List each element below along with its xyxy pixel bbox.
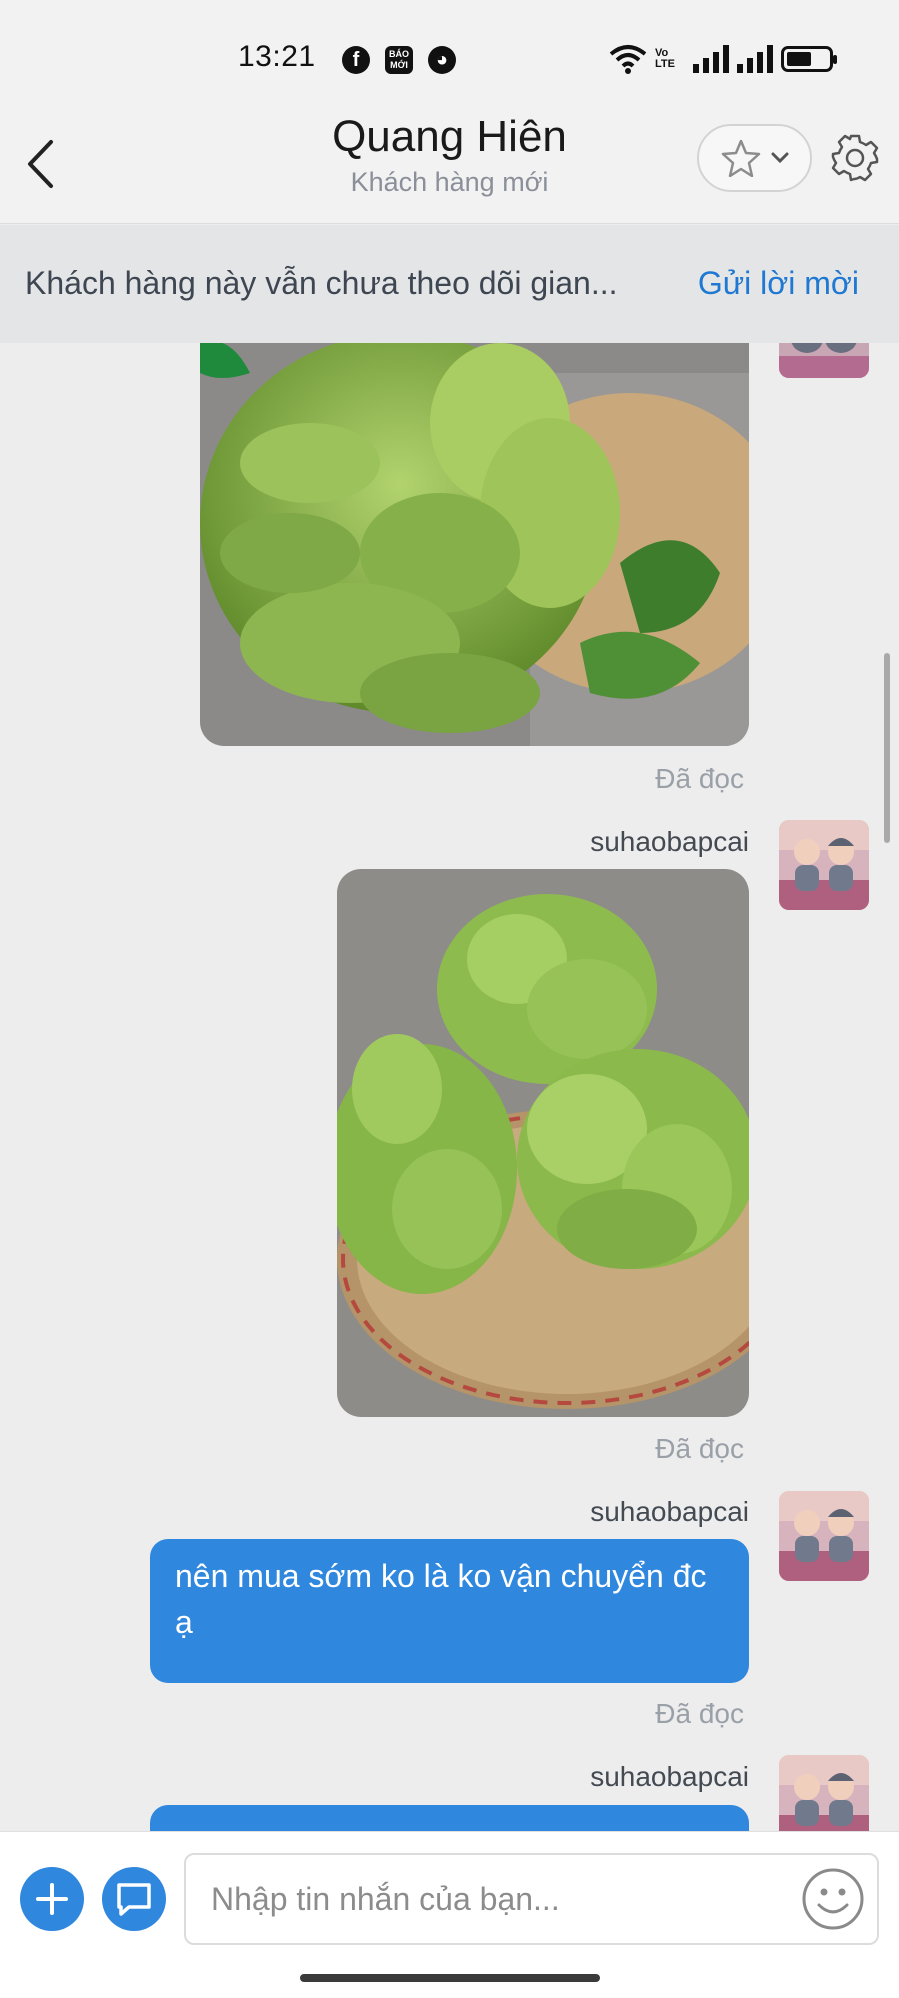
sender-name: suhaobapcai (590, 1761, 749, 1792)
avatar-image (779, 1491, 869, 1581)
read-status: Đã đọc (655, 1698, 744, 1729)
emoji-icon (802, 1868, 864, 1930)
chat-header: Quang Hiên Khách hàng mới (0, 112, 899, 224)
message-input[interactable] (186, 1855, 746, 1943)
chat-bubble-icon (117, 1883, 151, 1916)
home-indicator[interactable] (300, 1974, 600, 1982)
status-time: 13:21 (238, 40, 316, 73)
chevron-down-icon (771, 152, 788, 164)
volte-indicator: Vo LTE (655, 47, 675, 70)
label-dropdown-button[interactable] (697, 124, 812, 192)
message-text: nên mua sớm ko là ko vận chuyển đc ạ (175, 1558, 707, 1640)
sender-name: suhaobapcai (590, 1496, 749, 1527)
chat-scrollbar[interactable] (884, 653, 890, 843)
plus-icon (36, 1883, 68, 1915)
add-attachment-button[interactable] (20, 1867, 84, 1931)
battery-icon (781, 46, 837, 72)
emoji-button[interactable] (801, 1867, 865, 1931)
star-icon (721, 139, 760, 177)
app-notification-icon: ◕ (428, 46, 456, 74)
facebook-notification-icon: f (342, 46, 370, 74)
send-invite-link[interactable]: Gửi lời mời (698, 265, 859, 302)
citrus-tray-photo (337, 869, 749, 1417)
gear-icon (831, 134, 879, 182)
read-status: Đã đọc (655, 1433, 744, 1464)
quick-reply-button[interactable] (102, 1867, 166, 1931)
sender-name: suhaobapcai (590, 826, 749, 857)
avatar-image (779, 820, 869, 910)
status-bar: 13:21 f BÁO MỚI ◕ Vo LTE (0, 0, 899, 112)
avatar-image (779, 343, 869, 378)
battery-level (787, 52, 811, 66)
citrus-photo (200, 343, 749, 746)
avatar[interactable] (779, 1491, 869, 1581)
banner-text: Khách hàng này vẫn chưa theo dõi gian... (25, 265, 618, 301)
image-message[interactable] (200, 343, 749, 746)
avatar-image (779, 1755, 869, 1831)
signal-icon (693, 45, 729, 73)
message-bubble[interactable]: nên mua sớm ko là ko vận chuyển đc ạ (150, 1539, 749, 1683)
message-input-box[interactable] (184, 1853, 879, 1945)
wifi-icon (609, 45, 647, 74)
settings-button[interactable] (827, 130, 883, 186)
read-status: Đã đọc (655, 763, 744, 794)
follow-invite-banner: Khách hàng này vẫn chưa theo dõi gian...… (0, 225, 899, 343)
baomoi-notification-icon: BÁO MỚI (385, 46, 413, 74)
message-bubble[interactable] (150, 1805, 749, 1831)
image-message[interactable] (337, 869, 749, 1417)
status-indicators: Vo LTE (609, 42, 837, 76)
signal-icon (737, 45, 773, 73)
avatar[interactable] (779, 820, 869, 910)
avatar[interactable] (779, 1755, 869, 1831)
message-composer (0, 1831, 899, 1998)
avatar[interactable] (779, 343, 869, 378)
chat-messages[interactable]: Đã đọc suhaobapcai Đã đọc suhaobapcai nê… (0, 343, 899, 1831)
